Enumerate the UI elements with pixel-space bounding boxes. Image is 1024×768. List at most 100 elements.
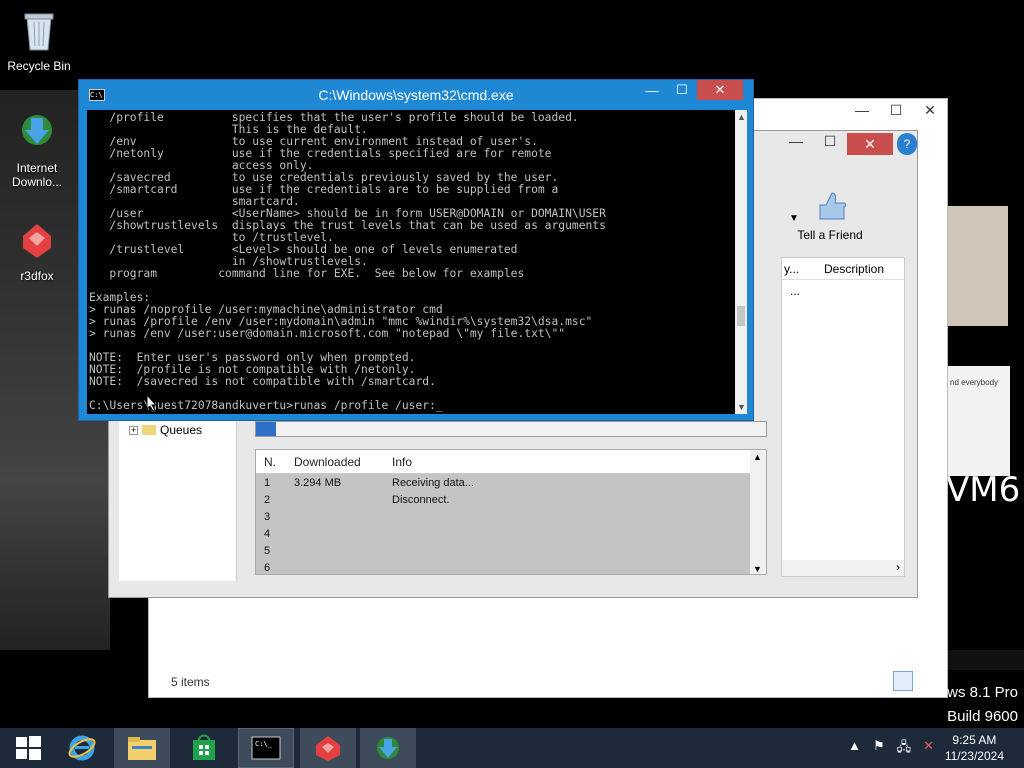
note-image: nd everybody	[948, 366, 1010, 476]
cell-number: 6	[264, 561, 271, 574]
volume-muted-icon[interactable]: ✕	[923, 738, 934, 760]
svg-text:C:\_: C:\_	[255, 740, 273, 748]
close-icon[interactable]: ✕	[913, 99, 947, 121]
cmd-line: > runas /env /user:user@domain.microsoft…	[89, 327, 566, 340]
large-icons-view-button[interactable]	[917, 671, 937, 691]
cell-number: 5	[264, 544, 271, 557]
cmd-close-icon[interactable]: ✕	[697, 80, 743, 100]
minimize-icon[interactable]: —	[845, 99, 879, 121]
connections-table: N. Downloaded Info 1 3.294 MB Receiving da…	[255, 449, 767, 575]
cmd-scroll-down-icon[interactable]: ▼	[737, 402, 746, 412]
dropdown-arrow-icon[interactable]: ▼	[789, 213, 799, 224]
category-tree: + Queues	[119, 421, 237, 581]
action-center-flag-icon[interactable]: ⚑	[873, 738, 885, 760]
download-progress-bar	[255, 421, 767, 437]
cmd-window-controls: — ☐ ✕	[637, 80, 743, 102]
store-icon	[193, 734, 215, 760]
idm-label-2: Downlo...	[11, 175, 63, 189]
maximize-icon[interactable]: ☐	[879, 99, 913, 121]
fox-icon	[23, 224, 51, 258]
table-row[interactable]: 2 Disconnect.	[256, 491, 766, 508]
table-row[interactable]: 5	[256, 542, 766, 559]
taskbar-internet-explorer[interactable]	[54, 728, 110, 768]
globe-download-icon	[377, 737, 399, 759]
table-row[interactable]: 1 3.294 MB Receiving data...	[256, 474, 766, 491]
cmd-scroll-up-icon[interactable]: ▲	[737, 112, 746, 122]
recycle-bin-icon[interactable]: Recycle Bin	[4, 8, 74, 73]
tell-a-friend-label: Tell a Friend	[797, 228, 863, 242]
cmd-line	[89, 280, 735, 292]
cell-info: Receiving data...	[392, 476, 474, 489]
fox-icon	[316, 736, 340, 761]
cell-number: 3	[264, 510, 271, 523]
header-downloaded: Downloaded	[294, 454, 361, 469]
idm-maximize-icon[interactable]: ☐	[813, 133, 847, 155]
header-n: N.	[264, 454, 276, 469]
taskbar-clock[interactable]: 9:25 AM 11/23/2024	[945, 732, 1004, 764]
note-text: nd everybody	[950, 378, 999, 387]
download-list-panel[interactable]: y... Description ... ›	[781, 257, 905, 577]
table-row[interactable]: 4	[256, 525, 766, 542]
windows-build-watermark: Build 9600	[947, 708, 1018, 725]
column-header-y[interactable]: y...	[782, 262, 822, 276]
photo-thumbnail	[948, 206, 1008, 326]
table-scrollbar[interactable]: ▲ ▼	[750, 450, 766, 574]
progress-fill	[256, 422, 277, 436]
download-list-header: y... Description	[782, 258, 904, 280]
horizontal-scrollbar[interactable]: ›	[782, 560, 904, 576]
clock-time: 9:25 AM	[952, 733, 997, 747]
start-button[interactable]	[0, 728, 56, 768]
cell-number: 4	[264, 527, 271, 540]
internet-explorer-icon	[68, 735, 96, 761]
header-info: Info	[392, 454, 413, 469]
download-list-row[interactable]: ...	[782, 280, 904, 302]
cmd-scrollbar[interactable]: ▲ ▼	[735, 110, 747, 414]
folder-icon	[128, 737, 156, 760]
cmd-minimize-icon[interactable]: —	[637, 80, 667, 100]
taskbar-cmd[interactable]: C:\_	[238, 728, 294, 768]
tree-item-queues[interactable]: + Queues	[129, 423, 202, 437]
trash-icon	[24, 13, 54, 51]
idm-minimize-icon[interactable]: —	[779, 133, 813, 155]
column-header-description[interactable]: Description	[822, 262, 884, 276]
table-row[interactable]: 6	[256, 559, 766, 574]
cmd-maximize-icon[interactable]: ☐	[667, 80, 697, 100]
taskbar-idm[interactable]	[360, 728, 416, 768]
idm-window-controls: — ☐ ✕ ?	[779, 133, 917, 155]
tell-a-friend-button[interactable]: Tell a Friend	[795, 189, 865, 242]
show-hidden-icons-icon[interactable]: ▲	[848, 738, 861, 760]
tree-item-label: Queues	[160, 423, 203, 437]
cmd-console-output[interactable]: /profile specifies that the user's profi…	[87, 110, 735, 414]
cmd-scroll-thumb[interactable]	[737, 306, 745, 326]
network-icon[interactable]: 🖧	[897, 738, 912, 760]
r3dfox-icon[interactable]: r3dfox	[2, 218, 72, 283]
details-view-button[interactable]	[893, 671, 913, 691]
folder-icon	[142, 425, 156, 435]
windows-edition-watermark: ows 8.1 Pro	[938, 684, 1018, 701]
scroll-right-icon[interactable]: ›	[896, 560, 900, 574]
expand-icon[interactable]: +	[129, 425, 138, 435]
help-icon[interactable]: ?	[897, 133, 917, 155]
taskbar-store[interactable]	[176, 728, 232, 768]
table-row[interactable]: 3	[256, 508, 766, 525]
connections-table-header: N. Downloaded Info	[256, 450, 766, 474]
command-prompt-icon: C:\_	[251, 736, 281, 760]
cmd-line: NOTE: /savecred is not compatible with /…	[89, 375, 436, 388]
windows-logo-icon	[16, 736, 41, 760]
idm-label-1: Internet	[16, 161, 58, 175]
cmd-line: C:\Users\guest72078andkuvertu>runas /pro…	[89, 399, 443, 412]
globe-download-icon	[22, 115, 52, 145]
scroll-down-icon[interactable]: ▼	[753, 564, 762, 574]
taskbar-r3dfox[interactable]	[300, 728, 356, 768]
system-tray: ▲ ⚑ 🖧 ✕	[848, 738, 934, 760]
connections-table-body: 1 3.294 MB Receiving data... 2 Disconnect. 3 4…	[256, 474, 766, 574]
cell-downloaded: 3.294 MB	[294, 476, 342, 489]
clock-date: 11/23/2024	[944, 749, 1004, 763]
taskbar-file-explorer[interactable]	[114, 728, 170, 768]
internet-download-manager-icon[interactable]: Internet Downlo...	[2, 110, 72, 189]
idm-close-icon[interactable]: ✕	[847, 133, 893, 155]
thumbs-up-icon	[819, 192, 846, 220]
recycle-bin-label: Recycle Bin	[7, 59, 71, 73]
scroll-up-icon[interactable]: ▲	[753, 452, 762, 462]
taskbar: C:\_ ▲ ⚑ 🖧 ✕ 9:25 AM 11/23/2024	[0, 728, 1024, 768]
